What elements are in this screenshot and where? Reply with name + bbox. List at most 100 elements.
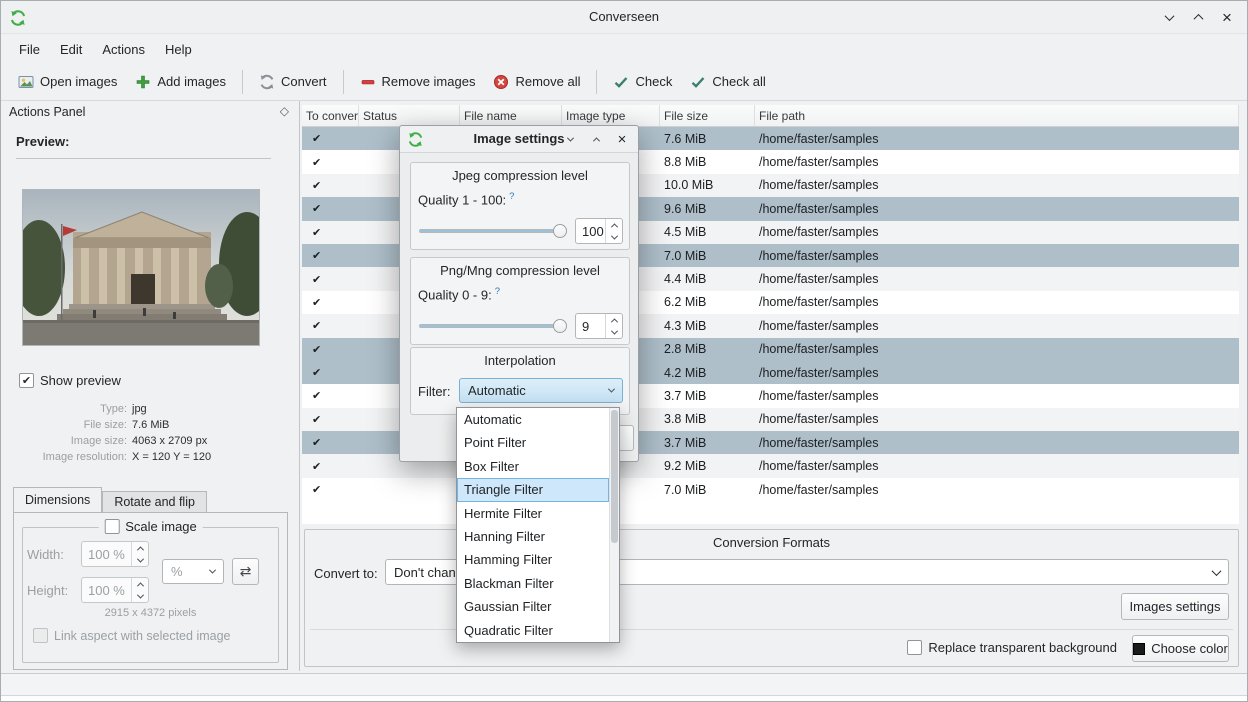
menu-actions[interactable]: Actions xyxy=(92,38,155,61)
remove-all-button[interactable]: Remove all xyxy=(484,69,589,95)
spin-down-button[interactable] xyxy=(606,326,622,338)
jpeg-group-title: Jpeg compression level xyxy=(411,168,629,183)
row-file-path: /home/faster/samples xyxy=(755,225,1239,239)
remove-images-button[interactable]: Remove images xyxy=(351,69,485,95)
scrollbar-thumb[interactable] xyxy=(611,410,618,543)
dialog-minimize-button[interactable] xyxy=(562,132,578,148)
scale-image-checkbox[interactable]: Scale image xyxy=(98,519,203,534)
chevron-down-icon xyxy=(608,386,615,393)
spin-down-button[interactable] xyxy=(132,554,148,566)
jpeg-help-link[interactable]: ? xyxy=(509,191,514,202)
dialog-close-button[interactable]: × xyxy=(614,132,630,148)
choose-color-button[interactable]: Choose color xyxy=(1132,635,1229,662)
open-images-icon xyxy=(18,74,34,90)
row-checkmark: ✔ xyxy=(302,226,359,239)
tab-rotate-and-flip[interactable]: Rotate and flip xyxy=(102,491,207,512)
row-checkmark: ✔ xyxy=(302,156,359,169)
link-aspect-checkbox[interactable]: Link aspect with selected image xyxy=(33,628,230,643)
row-checkmark: ✔ xyxy=(302,273,359,286)
replace-background-checkbox[interactable]: Replace transparent background xyxy=(907,640,1117,655)
image-info-block: Type:jpgFile size:7.6 MiBImage size:4063… xyxy=(7,401,293,465)
column-header-file-name[interactable]: File name xyxy=(460,105,562,126)
column-header-image-type[interactable]: Image type xyxy=(562,105,660,126)
height-value: 100 % xyxy=(82,578,131,602)
spin-up-button[interactable] xyxy=(132,578,148,590)
filter-option-hermite-filter[interactable]: Hermite Filter xyxy=(457,502,609,525)
spin-up-button[interactable] xyxy=(606,219,622,231)
png-quality-value: 9 xyxy=(576,314,605,338)
maximize-button[interactable] xyxy=(1190,10,1206,26)
dialog-titlebar[interactable]: Image settings × xyxy=(400,126,638,153)
jpeg-quality-slider[interactable] xyxy=(419,223,567,239)
replace-background-label: Replace transparent background xyxy=(928,640,1117,655)
menu-file[interactable]: File xyxy=(9,38,50,61)
column-header-file-path[interactable]: File path xyxy=(755,105,1239,126)
column-header-file-size[interactable]: File size xyxy=(660,105,755,126)
check-all-button[interactable]: Check all xyxy=(681,69,774,95)
convert-button[interactable]: Convert xyxy=(250,69,336,95)
check-button[interactable]: Check xyxy=(604,69,681,95)
dropdown-scrollbar[interactable] xyxy=(609,408,619,642)
column-header-status[interactable]: Status xyxy=(359,105,460,126)
slider-handle[interactable] xyxy=(553,319,567,333)
info-value: 4063 x 2709 px xyxy=(132,435,207,447)
minimize-button[interactable] xyxy=(1161,10,1177,26)
filter-option-point-filter[interactable]: Point Filter xyxy=(457,431,609,454)
spin-down-button[interactable] xyxy=(132,590,148,602)
width-value: 100 % xyxy=(82,542,131,566)
row-file-path: /home/faster/samples xyxy=(755,319,1239,333)
png-quality-spinbox[interactable]: 9 xyxy=(575,313,623,339)
tab-dimensions[interactable]: Dimensions xyxy=(13,487,102,512)
row-file-path: /home/faster/samples xyxy=(755,436,1239,450)
row-file-size: 7.6 MiB xyxy=(660,132,755,146)
reset-dimensions-button[interactable]: ⇄ xyxy=(232,558,259,585)
filter-option-hamming-filter[interactable]: Hamming Filter xyxy=(457,548,609,571)
add-images-button[interactable]: Add images xyxy=(126,69,235,95)
filter-option-box-filter[interactable]: Box Filter xyxy=(457,455,609,478)
unit-value: % xyxy=(171,564,204,579)
spin-down-button[interactable] xyxy=(606,231,622,243)
row-file-path: /home/faster/samples xyxy=(755,272,1239,286)
remove-images-icon xyxy=(360,74,376,90)
panel-float-button[interactable]: ◇ xyxy=(280,104,289,118)
filter-option-automatic[interactable]: Automatic xyxy=(457,408,609,431)
filter-option-hanning-filter[interactable]: Hanning Filter xyxy=(457,525,609,548)
panel-tabbar: DimensionsRotate and flip xyxy=(13,487,207,512)
file-row[interactable]: ✔7.0 MiB/home/faster/samples xyxy=(302,478,1239,501)
row-file-path: /home/faster/samples xyxy=(755,412,1239,426)
interpolation-title: Interpolation xyxy=(411,353,629,368)
dialog-maximize-button[interactable] xyxy=(588,132,604,148)
info-label: Image size: xyxy=(7,435,127,447)
width-spinbox[interactable]: 100 % xyxy=(81,541,149,567)
menu-edit[interactable]: Edit xyxy=(50,38,92,61)
row-file-size: 9.6 MiB xyxy=(660,202,755,216)
actions-panel: Actions Panel ◇ Preview: xyxy=(1,101,300,671)
png-quality-slider[interactable] xyxy=(419,318,567,334)
refresh-icon: ⇄ xyxy=(240,563,252,580)
jpeg-quality-spinbox[interactable]: 100 xyxy=(575,218,623,244)
spin-up-button[interactable] xyxy=(606,314,622,326)
spin-up-button[interactable] xyxy=(132,542,148,554)
images-settings-button[interactable]: Images settings xyxy=(1121,593,1229,620)
column-header-to-convert[interactable]: To convert xyxy=(302,105,359,126)
filter-option-triangle-filter[interactable]: Triangle Filter xyxy=(457,478,609,501)
add-images-icon xyxy=(135,74,151,90)
height-spinbox[interactable]: 100 % xyxy=(81,577,149,603)
close-button[interactable]: × xyxy=(1219,10,1235,26)
convert-to-label: Convert to: xyxy=(314,566,378,581)
filter-option-quadratic-filter[interactable]: Quadratic Filter xyxy=(457,619,609,642)
slider-handle[interactable] xyxy=(553,224,567,238)
open-images-button[interactable]: Open images xyxy=(9,69,126,95)
filter-option-gaussian-filter[interactable]: Gaussian Filter xyxy=(457,595,609,618)
menu-help[interactable]: Help xyxy=(155,38,202,61)
row-checkmark: ✔ xyxy=(302,436,359,449)
width-row: Width: 100 % xyxy=(27,541,149,567)
show-preview-checkbox[interactable]: ✔ Show preview xyxy=(19,373,121,388)
png-help-link[interactable]: ? xyxy=(495,286,500,297)
row-file-size: 4.5 MiB xyxy=(660,225,755,239)
titlebar[interactable]: Converseen × xyxy=(1,1,1247,34)
filter-option-blackman-filter[interactable]: Blackman Filter xyxy=(457,572,609,595)
statusbar xyxy=(1,673,1247,702)
unit-combobox[interactable]: % xyxy=(162,559,224,584)
filter-combobox[interactable]: Automatic xyxy=(459,378,623,403)
